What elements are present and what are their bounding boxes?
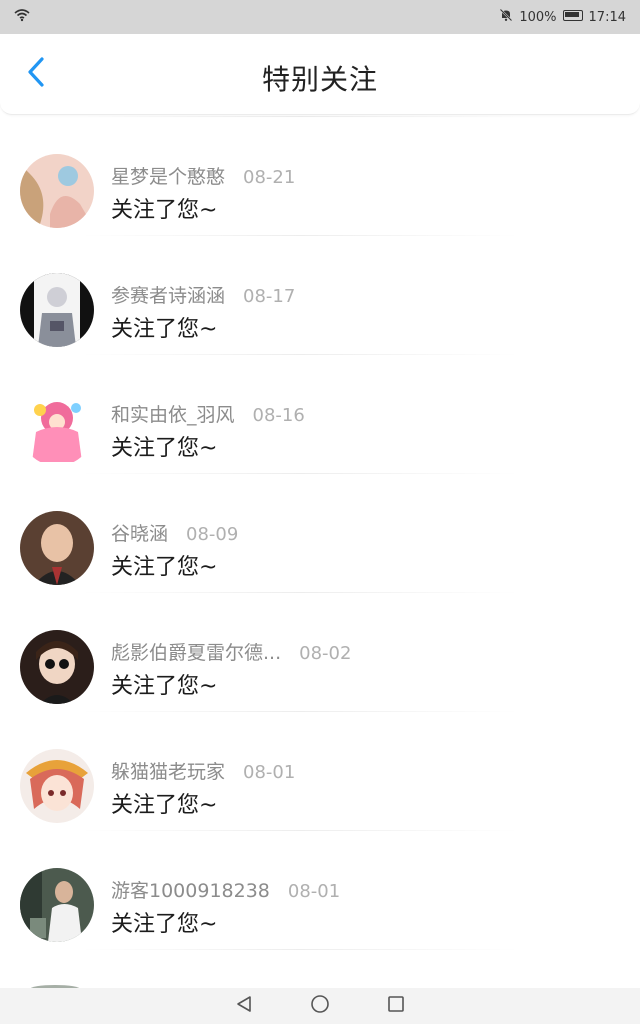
name-row: 星梦是个憨憨 08-21 xyxy=(111,162,295,189)
nav-back-button[interactable] xyxy=(232,994,256,1018)
list-item-partial[interactable] xyxy=(0,949,640,989)
nav-home-button[interactable] xyxy=(308,994,332,1018)
divider xyxy=(80,949,520,950)
user-name[interactable]: 和实由依_羽风 xyxy=(111,400,235,427)
nav-recents-button[interactable] xyxy=(384,994,408,1018)
follow-message: 关注了您~ xyxy=(111,317,218,342)
avatar[interactable] xyxy=(20,749,94,823)
avatar[interactable] xyxy=(20,154,94,228)
list-item[interactable]: 参赛者诗涵涵 08-17 关注了您~ xyxy=(0,235,640,354)
mute-bell-icon xyxy=(499,8,513,26)
list-item[interactable]: 躲猫猫老玩家 08-01 关注了您~ xyxy=(0,711,640,830)
divider xyxy=(80,592,520,593)
user-name[interactable]: 谷晓涵 xyxy=(111,519,168,546)
name-row: 参赛者诗涵涵 08-17 xyxy=(111,281,295,308)
divider xyxy=(80,711,520,712)
follow-date: 08-01 xyxy=(287,881,341,902)
wifi-icon xyxy=(14,8,30,26)
follow-date: 08-09 xyxy=(186,524,239,545)
avatar[interactable] xyxy=(20,392,94,466)
avatar[interactable] xyxy=(20,868,94,942)
divider xyxy=(80,235,520,236)
status-right: 100% 17:14 xyxy=(499,8,626,26)
avatar[interactable] xyxy=(20,511,94,585)
avatar[interactable] xyxy=(20,630,94,704)
status-bar: 100% 17:14 xyxy=(0,0,640,34)
user-name[interactable]: 星梦是个憨憨 xyxy=(111,162,225,189)
follow-message: 关注了您~ xyxy=(111,674,218,699)
name-row: 彪影伯爵夏雷尔德... 08-02 xyxy=(111,638,351,665)
system-nav-bar xyxy=(0,988,640,1024)
follow-message: 关注了您~ xyxy=(111,555,218,580)
follow-date: 08-01 xyxy=(243,762,296,783)
header: 特别关注 xyxy=(0,34,640,115)
list-item[interactable]: 彪影伯爵夏雷尔德... 08-02 关注了您~ xyxy=(0,592,640,711)
user-name[interactable]: 彪影伯爵夏雷尔德... xyxy=(111,638,281,665)
follow-message: 关注了您~ xyxy=(111,436,218,461)
divider xyxy=(80,116,520,117)
follow-list: 星梦是个憨憨 08-21 关注了您~ 参赛者诗涵涵 08-17 关注了您~ 和实… xyxy=(0,116,640,989)
name-row: 谷晓涵 08-09 xyxy=(111,519,238,546)
follow-date: 08-17 xyxy=(243,286,296,307)
follow-date: 08-16 xyxy=(252,405,305,426)
square-recents-icon xyxy=(387,995,405,1017)
name-row: 和实由依_羽风 08-16 xyxy=(111,400,305,427)
avatar[interactable] xyxy=(20,273,94,347)
page-title: 特别关注 xyxy=(261,63,378,96)
list-item[interactable]: 谷晓涵 08-09 关注了您~ xyxy=(0,473,640,592)
follow-date: 08-02 xyxy=(299,643,352,664)
status-time: 17:14 xyxy=(588,9,626,25)
battery-percent: 100% xyxy=(519,9,557,25)
circle-home-icon xyxy=(310,994,330,1018)
user-name[interactable]: 参赛者诗涵涵 xyxy=(111,281,225,308)
list-item[interactable]: 星梦是个憨憨 08-21 关注了您~ xyxy=(0,116,640,235)
follow-message: 关注了您~ xyxy=(111,198,218,223)
divider xyxy=(80,830,520,831)
name-row: 躲猫猫老玩家 08-01 xyxy=(111,757,295,784)
divider xyxy=(80,473,520,474)
user-name[interactable]: 躲猫猫老玩家 xyxy=(111,757,225,784)
triangle-back-icon xyxy=(236,995,252,1017)
follow-message: 关注了您~ xyxy=(111,912,218,937)
list-item[interactable]: 游客1000918238 08-01 关注了您~ xyxy=(0,830,640,949)
list-item[interactable]: 和实由依_羽风 08-16 关注了您~ xyxy=(0,354,640,473)
follow-date: 08-21 xyxy=(243,167,296,188)
name-row: 游客1000918238 08-01 xyxy=(111,876,340,903)
user-name[interactable]: 游客1000918238 xyxy=(111,876,270,903)
battery-icon xyxy=(562,9,583,25)
divider xyxy=(80,354,520,355)
follow-message: 关注了您~ xyxy=(111,793,218,818)
